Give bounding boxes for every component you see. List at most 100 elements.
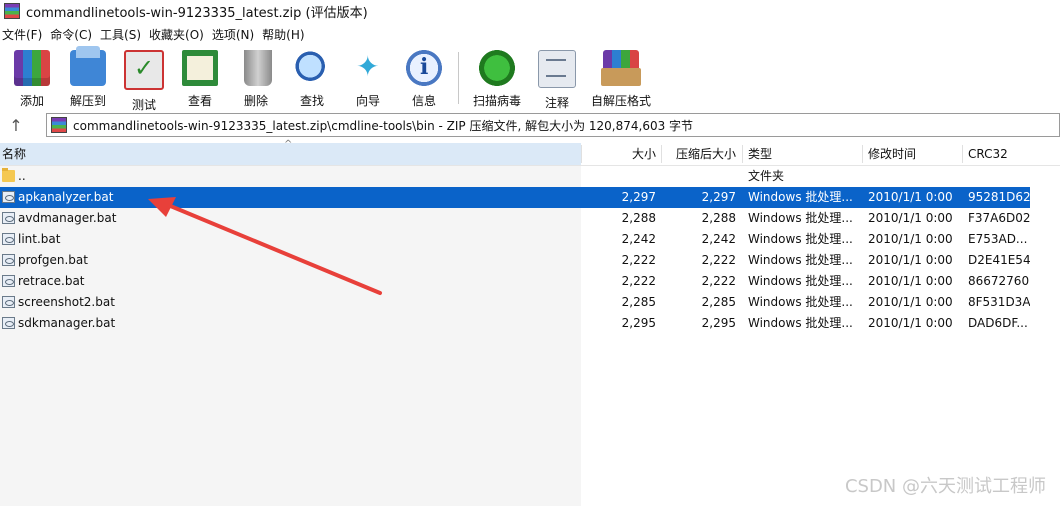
sort-ascending-icon: ^ [284, 139, 293, 150]
column-modified[interactable]: 修改时间 [868, 143, 916, 165]
menu-file[interactable]: 文件(F) [0, 26, 48, 43]
test-label: 测试 [131, 98, 156, 112]
file-row[interactable]: screenshot2.bat 2,285 2,285 Windows 批处理... 2… [0, 292, 1030, 313]
file-name: sdkmanager.bat [18, 316, 116, 330]
extract-label: 解压到 [69, 94, 106, 108]
batch-file-icon [2, 296, 15, 308]
file-packed-size: 2,222 [701, 253, 736, 267]
batch-file-icon [2, 254, 15, 266]
file-name: retrace.bat [18, 274, 85, 288]
column-crc[interactable]: CRC32 [968, 143, 1008, 165]
test-clipboard-icon [124, 50, 164, 90]
file-crc: F37A6D02 [968, 211, 1030, 225]
view-book-icon [182, 50, 218, 86]
file-type: Windows 批处理... [748, 274, 853, 288]
add-label: 添加 [19, 94, 44, 108]
address-field[interactable]: commandlinetools-win-9123335_latest.zip\… [46, 113, 1060, 137]
column-divider[interactable] [962, 145, 963, 163]
winrar-app-icon [4, 3, 20, 19]
column-header: 名称 ^ 大小 压缩后大小 类型 修改时间 CRC32 [0, 139, 1060, 166]
archive-icon [51, 117, 67, 133]
sfx-box-icon [601, 50, 641, 86]
trash-icon [244, 50, 272, 86]
virus-scan-icon [479, 50, 515, 86]
batch-file-icon [2, 317, 15, 329]
view-label: 查看 [187, 94, 212, 108]
find-button[interactable]: 查找 [284, 46, 340, 109]
file-modified: 2010/1/1 0:00 [868, 316, 953, 330]
file-size: 2,295 [621, 316, 656, 330]
file-crc: DAD6DF... [968, 316, 1028, 330]
column-divider[interactable] [742, 145, 743, 163]
delete-button[interactable]: 删除 [228, 46, 284, 109]
info-label: 信息 [411, 94, 436, 108]
file-modified [868, 166, 960, 187]
file-modified: 2010/1/1 0:00 [868, 232, 953, 246]
file-type: Windows 批处理... [748, 232, 853, 246]
file-size: 2,222 [621, 274, 656, 288]
menu-commands[interactable]: 命令(C) [48, 26, 98, 43]
window-title: commandlinetools-win-9123335_latest.zip … [26, 5, 368, 21]
file-row[interactable]: sdkmanager.bat 2,295 2,295 Windows 批处理... 20… [0, 313, 1030, 334]
file-packed-size: 2,222 [701, 274, 736, 288]
file-modified: 2010/1/1 0:00 [868, 190, 953, 204]
view-button[interactable]: 查看 [172, 46, 228, 109]
batch-file-icon [2, 191, 15, 203]
file-packed-size: 2,297 [701, 190, 736, 204]
sfx-button[interactable]: 自解压格式 [585, 46, 657, 109]
file-size: 2,285 [621, 295, 656, 309]
folder-icon [2, 168, 15, 182]
parent-folder-row[interactable]: .. 文件夹 [0, 166, 1030, 187]
column-packed[interactable]: 压缩后大小 [662, 143, 736, 165]
file-crc: 95281D62 [968, 190, 1030, 204]
batch-file-icon [2, 233, 15, 245]
file-name: profgen.bat [18, 253, 88, 267]
add-archive-icon [14, 50, 50, 86]
column-divider[interactable] [862, 145, 863, 163]
comment-icon [538, 50, 576, 88]
column-type[interactable]: 类型 [748, 143, 772, 165]
info-icon [406, 50, 442, 86]
wizard-label: 向导 [355, 94, 380, 108]
file-crc: D2E41E54 [968, 253, 1030, 267]
menu-help[interactable]: 帮助(H) [260, 26, 310, 43]
file-row[interactable]: profgen.bat 2,222 2,222 Windows 批处理... 2010/… [0, 250, 1030, 271]
file-row[interactable]: retrace.bat 2,222 2,222 Windows 批处理... 2010/… [0, 271, 1030, 292]
file-size: 2,288 [621, 211, 656, 225]
info-button[interactable]: 信息 [396, 46, 452, 109]
up-arrow-icon[interactable]: ↑ [0, 116, 32, 135]
file-modified: 2010/1/1 0:00 [868, 295, 953, 309]
file-name: screenshot2.bat [18, 295, 115, 309]
file-packed-size: 2,288 [701, 211, 736, 225]
menu-options[interactable]: 选项(N) [210, 26, 260, 43]
file-row[interactable]: avdmanager.bat 2,288 2,288 Windows 批处理... 20… [0, 208, 1030, 229]
virus-scan-button[interactable]: 扫描病毒 [465, 46, 529, 109]
magic-wand-icon [350, 50, 386, 86]
sfx-label: 自解压格式 [590, 94, 651, 108]
wizard-button[interactable]: 向导 [340, 46, 396, 109]
find-label: 查找 [299, 94, 324, 108]
file-type: Windows 批处理... [748, 253, 853, 267]
batch-file-icon [2, 275, 15, 287]
file-modified: 2010/1/1 0:00 [868, 253, 953, 267]
magnifier-icon [294, 50, 330, 86]
comment-button[interactable]: 注释 [529, 46, 585, 111]
file-packed-size: 2,295 [701, 316, 736, 330]
column-size[interactable]: 大小 [582, 143, 656, 165]
toolbar-separator [458, 52, 459, 104]
file-type: Windows 批处理... [748, 295, 853, 309]
file-type: Windows 批处理... [748, 316, 853, 330]
extract-to-button[interactable]: 解压到 [60, 46, 116, 109]
file-size: 2,222 [621, 253, 656, 267]
add-button[interactable]: 添加 [4, 46, 60, 109]
file-row[interactable]: apkanalyzer.bat 2,297 2,297 Windows 批处理... 2… [0, 187, 1030, 208]
address-path: commandlinetools-win-9123335_latest.zip\… [73, 118, 694, 133]
title-bar: commandlinetools-win-9123335_latest.zip … [0, 0, 1060, 22]
file-crc [968, 166, 1030, 187]
file-row[interactable]: lint.bat 2,242 2,242 Windows 批处理... 2010/1/1… [0, 229, 1030, 250]
file-name: lint.bat [18, 232, 61, 246]
delete-label: 删除 [243, 94, 268, 108]
menu-tools[interactable]: 工具(S) [98, 26, 147, 43]
menu-favorites[interactable]: 收藏夹(O) [147, 26, 210, 43]
test-button[interactable]: 测试 [116, 46, 172, 113]
